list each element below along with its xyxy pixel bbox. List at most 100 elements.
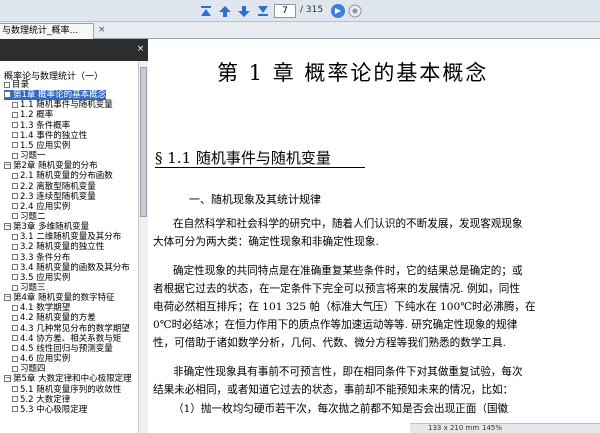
- tree-item[interactable]: 3.5 应用实例: [12, 273, 70, 283]
- page-icon: [12, 386, 18, 392]
- page-icon: [12, 193, 18, 200]
- tree-item-label: 4.3 几种常见分布的数学期望: [20, 323, 130, 334]
- tree-item[interactable]: 1.3 条件概率: [12, 121, 70, 131]
- collapse-icon: −: [4, 161, 11, 170]
- tree-item[interactable]: 5.2 大数定律: [12, 395, 70, 405]
- close-icon[interactable]: ×: [136, 45, 145, 54]
- tree-item[interactable]: 1.4 事件的独立性: [12, 131, 87, 141]
- tree-item[interactable]: 4.3 几种常见分布的数学期望: [12, 324, 130, 334]
- page-icon: [12, 111, 18, 118]
- play-icon: ▶: [334, 6, 342, 15]
- tree-item[interactable]: 习题四: [12, 364, 46, 374]
- next-page-button[interactable]: [236, 3, 252, 19]
- tree-item[interactable]: 2.3 连续型随机变量: [12, 192, 96, 202]
- go-button[interactable]: ▶: [331, 4, 345, 18]
- page-icon: [12, 365, 18, 372]
- tree-chapter-item[interactable]: − 第1章 概率论的基本概念: [4, 90, 107, 101]
- tree-chapter-item[interactable]: − 第4章 随机变量的数字特征: [4, 293, 115, 303]
- tree-item[interactable]: 3.3 条件分布: [12, 253, 70, 263]
- collapse-icon: −: [4, 90, 11, 99]
- stop-icon: [348, 4, 362, 18]
- page-icon: [12, 264, 18, 271]
- tree-item[interactable]: 2.2 离散型随机变量: [12, 182, 96, 192]
- page-icon: [12, 183, 18, 189]
- tree-item[interactable]: 4.6 应用实例: [12, 354, 70, 364]
- page-icon: [12, 325, 18, 332]
- tree-item-label: 1.1 随机事件与随机变量: [20, 100, 113, 111]
- tree-item[interactable]: 5.3 中心极限定理: [12, 405, 87, 415]
- document-tab[interactable]: 与数理统计_概率...: [0, 23, 94, 39]
- tree-item-label: 3.3 条件分布: [20, 252, 71, 263]
- first-page-icon: [201, 6, 211, 16]
- collapse-icon: −: [4, 222, 11, 231]
- tree-item-label: 1.5 应用实例: [20, 140, 71, 151]
- page-icon: [12, 406, 18, 413]
- tree-item-label: 习题三: [20, 283, 46, 293]
- text-line: 结果未必相同，或者知道它过去的状态，事前却不能预知未来的情况，比如：: [153, 384, 514, 396]
- page-icon: [12, 152, 18, 159]
- section-underline: [155, 167, 365, 168]
- tree-chapter-item[interactable]: − 第3章 多维随机变量: [4, 222, 89, 232]
- tree-item-label: 第1章 概率论的基本概念: [13, 90, 107, 101]
- tree-item[interactable]: 习题三: [12, 283, 46, 293]
- collapse-icon: −: [4, 293, 11, 302]
- tree-item-label: 4.1 数学期望: [20, 303, 71, 314]
- sidebar-scroll-thumb[interactable]: [140, 67, 147, 217]
- tree-item[interactable]: 2.1 随机变量的分布函数: [12, 171, 113, 181]
- tree-item-label: 习题二: [20, 211, 46, 222]
- stop-button[interactable]: [348, 4, 362, 18]
- tree-item-label: 2.4 应用实例: [20, 201, 71, 212]
- sidebar-header: ×: [0, 39, 148, 61]
- tree-item[interactable]: 习题一: [12, 151, 46, 161]
- tab-close-icon[interactable]: ×: [98, 25, 106, 35]
- tree-item[interactable]: 1.1 随机事件与随机变量: [12, 100, 113, 110]
- tree-item[interactable]: 目录: [4, 80, 29, 90]
- page-icon: [12, 335, 18, 342]
- tree-item-label: 第4章 随机变量的数字特征: [13, 293, 115, 304]
- tree-item[interactable]: 1.5 应用实例: [12, 141, 70, 151]
- zoom-level[interactable]: 145%: [482, 424, 502, 433]
- page-number-input[interactable]: 7: [274, 4, 296, 18]
- tree-chapter-item[interactable]: − 第2章 随机变量的分布: [4, 161, 98, 171]
- status-bar: 133 x 210 mm 145%: [410, 423, 600, 433]
- tree-item-label: 5.1 随机变量序列的收敛性: [20, 384, 122, 395]
- tree-item[interactable]: 4.1 数学期望: [12, 303, 70, 313]
- tree-item[interactable]: 3.1 二维随机变量及其分布: [12, 232, 121, 242]
- page-icon: [12, 254, 18, 261]
- tree-item[interactable]: 5.1 随机变量序列的收敛性: [12, 385, 121, 395]
- tree-item-label: 3.5 应用实例: [20, 272, 71, 283]
- tree-item[interactable]: 习题二: [12, 212, 46, 222]
- tree-item[interactable]: 3.4 随机变量的函数及其分布: [12, 263, 130, 273]
- tree-chapter-item[interactable]: − 第5章 大数定律和中心极限定理: [4, 374, 132, 384]
- page-icon: [12, 101, 18, 108]
- tree-item[interactable]: 4.5 线性回归与预测变量: [12, 344, 113, 354]
- tree-item[interactable]: 3.2 随机变量的独立性: [12, 242, 104, 252]
- previous-page-button[interactable]: [217, 3, 233, 19]
- first-page-button[interactable]: [198, 3, 214, 19]
- text-line: 性，可借助于诸如数学分析，几何、代数、微分方程等我们熟悉的数学工具.: [153, 337, 506, 349]
- page-total-label: / 315: [300, 5, 324, 15]
- bookmark-tree: 概率论与数理统计（一） 目录 − 第1章 概率论的基本概念 1.1 随机事件与随机变量…: [0, 67, 138, 433]
- page-icon: [12, 274, 18, 281]
- tree-item-label: 1.2 概率: [20, 110, 54, 121]
- tree-item[interactable]: 4.2 随机变量的方差: [12, 313, 96, 323]
- toolbar: 7 / 315 ▶: [0, 0, 600, 22]
- collapse-icon: −: [4, 374, 11, 383]
- page-icon: [12, 213, 18, 220]
- tree-item-label: 3.1 二维随机变量及其分布: [20, 232, 122, 243]
- page-icon: [12, 284, 18, 291]
- tree-item-label: 4.6 应用实例: [20, 354, 71, 365]
- tree-item[interactable]: 1.2 概率: [12, 110, 53, 120]
- pdf-reader-window: 7 / 315 ▶ 与数理统计_概率... × × 概率论与数理统计（一） 目录…: [0, 0, 600, 433]
- text-line: 电荷必然相互排斥；在 101 325 帕（标准大气压）下纯水在 100℃时必沸腾…: [153, 301, 536, 313]
- last-page-button[interactable]: [255, 3, 271, 19]
- tree-item-label: 第3章 多维随机变量: [13, 222, 90, 233]
- sidebar-scrollbar[interactable]: [138, 61, 148, 433]
- page-icon: [12, 132, 18, 139]
- tree-item-label: 3.4 随机变量的函数及其分布: [20, 262, 130, 273]
- tree-item-label: 习题一: [20, 151, 46, 162]
- tree-item[interactable]: 4.4 协方差、相关系数与矩: [12, 334, 121, 344]
- text-line: 大体可分为两大类：确定性现象和非确定性现象.: [153, 236, 379, 248]
- tree-item-label: 目录: [12, 80, 30, 90]
- tree-item[interactable]: 2.4 应用实例: [12, 202, 70, 212]
